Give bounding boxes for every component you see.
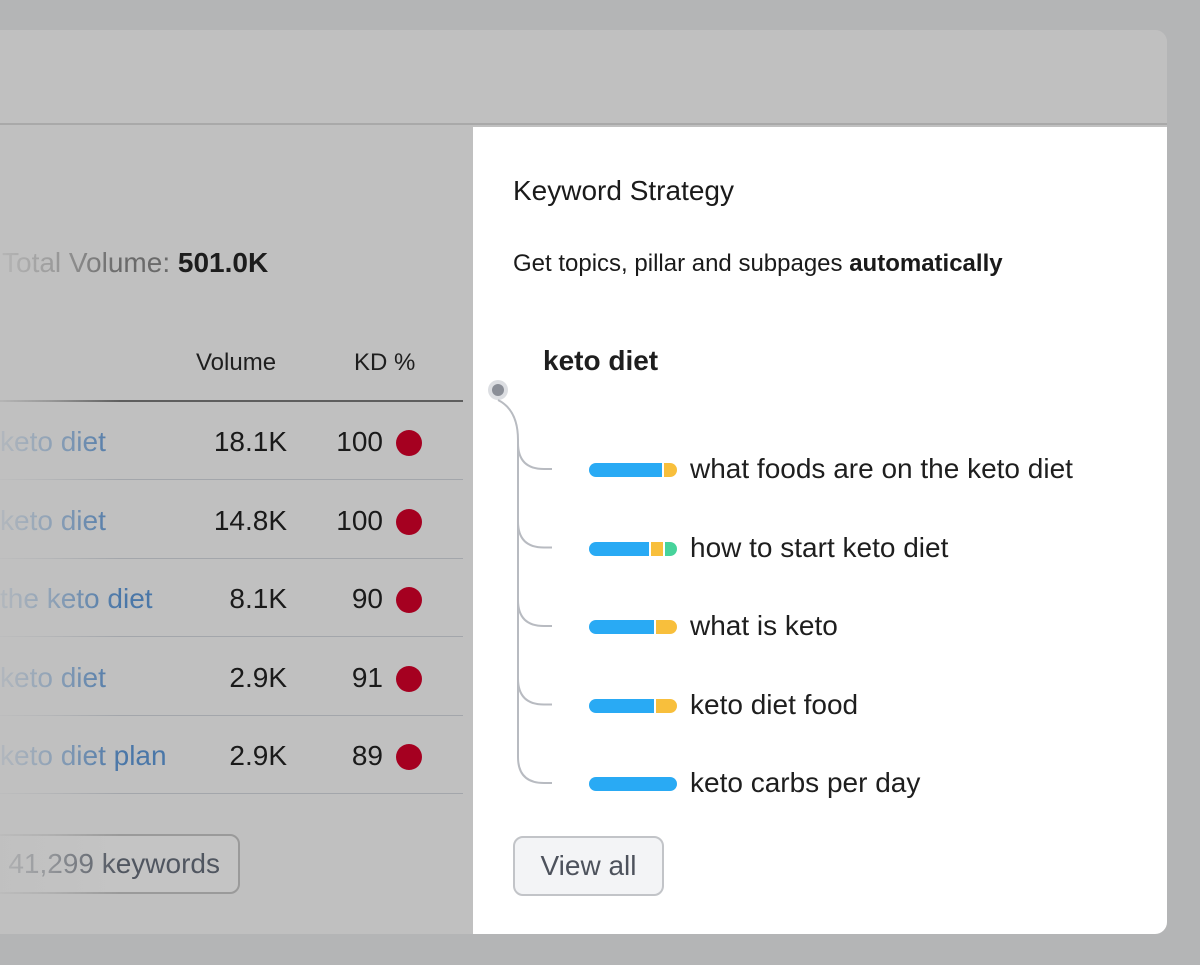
- all-keywords-button-label: 41,299 keywords: [8, 848, 220, 879]
- keyword-link[interactable]: keto diet: [0, 662, 106, 694]
- kd-difficulty-dot-icon: [396, 744, 422, 770]
- root-topic-label[interactable]: keto diet: [543, 345, 658, 377]
- table-row: keto diet 18.1K 100: [0, 402, 463, 480]
- column-header-volume[interactable]: Volume: [196, 349, 276, 377]
- subtopic-label: keto diet food: [690, 688, 859, 720]
- intent-segment: [655, 620, 677, 634]
- table-row: keto diet plan 2.9K 89: [0, 716, 463, 794]
- subtopic-item[interactable]: keto carbs per day: [473, 763, 1167, 803]
- kd-difficulty-dot-icon: [396, 587, 422, 613]
- intent-segment: [589, 777, 677, 791]
- keyword-table-section: Total Volume: 501.0K Volume KD % keto di…: [0, 127, 473, 934]
- subtopic-item[interactable]: what is keto: [473, 606, 1167, 646]
- intent-bar: [589, 463, 677, 477]
- intent-segment: [589, 620, 654, 634]
- kd-difficulty-dot-icon: [396, 665, 422, 692]
- intent-segment: [664, 463, 677, 477]
- intent-segment: [655, 698, 677, 713]
- intent-bar: [589, 777, 677, 791]
- total-volume-value: 501.0K: [177, 247, 269, 278]
- table-row: keto diet 2.9K 91: [0, 638, 463, 716]
- volume-value: 8.1K: [229, 583, 287, 614]
- intent-bar: [589, 620, 677, 634]
- keyword-strategy-panel: Keyword Strategy Get topics, pillar and …: [473, 127, 1167, 934]
- topic-tree: keto diet what foods are on the keto die…: [473, 127, 1167, 934]
- table-row: keto diet 14.8K 100: [0, 481, 463, 559]
- kd-value: 100: [336, 426, 383, 457]
- row-divider: [0, 793, 463, 794]
- intent-bar: [589, 541, 677, 556]
- keyword-link[interactable]: keto diet plan: [0, 740, 167, 772]
- volume-value: 14.8K: [213, 504, 287, 536]
- column-header-kd[interactable]: KD %: [354, 349, 415, 377]
- intent-segment: [589, 463, 663, 477]
- subtopic-item[interactable]: keto diet food: [473, 685, 1167, 725]
- subtopic-item[interactable]: what foods are on the keto diet: [473, 449, 1167, 489]
- keyword-link[interactable]: the keto diet: [0, 583, 153, 615]
- kd-difficulty-dot-icon: [396, 430, 422, 456]
- subtopic-label: what foods are on the keto diet: [690, 453, 1073, 484]
- subtopic-label: keto carbs per day: [690, 767, 921, 798]
- volume-value: 2.9K: [229, 740, 287, 771]
- intent-segment: [651, 541, 664, 556]
- intent-bar: [589, 698, 677, 713]
- table-row: the keto diet 8.1K 90: [0, 559, 463, 637]
- intent-segment: [665, 541, 677, 556]
- kd-value: 100: [336, 504, 383, 536]
- kd-value: 90: [351, 583, 383, 614]
- subtopic-item[interactable]: how to start keto diet: [473, 528, 1167, 568]
- total-volume-label: Total Volume:: [2, 247, 171, 278]
- intent-segment: [589, 541, 650, 556]
- view-all-button[interactable]: View all: [513, 836, 664, 896]
- volume-value: 2.9K: [229, 661, 287, 693]
- total-volume: Total Volume: 501.0K: [2, 247, 268, 279]
- intent-segment: [589, 698, 654, 713]
- subtopic-label: how to start keto diet: [690, 531, 949, 563]
- subtopic-label: what is keto: [690, 610, 838, 641]
- keyword-link[interactable]: keto diet: [0, 426, 106, 458]
- kd-value: 89: [351, 740, 383, 771]
- kd-difficulty-dot-icon: [396, 508, 422, 535]
- all-keywords-button[interactable]: 41,299 keywords: [0, 834, 240, 894]
- keyword-link[interactable]: keto diet: [0, 505, 106, 537]
- keyword-overview-card: Total Volume: 501.0K Volume KD % keto di…: [0, 30, 1167, 934]
- root-node-dot: [492, 384, 504, 396]
- kd-value: 91: [351, 661, 383, 693]
- volume-value: 18.1K: [213, 426, 287, 457]
- card-header: [0, 30, 1167, 125]
